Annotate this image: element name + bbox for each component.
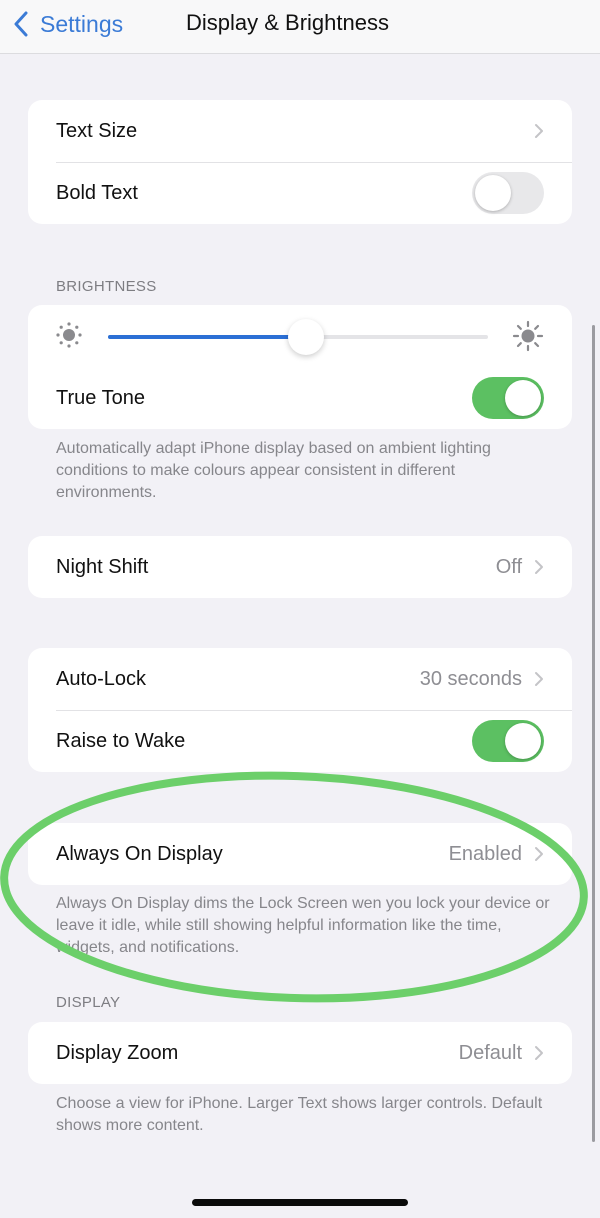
night-shift-label: Night Shift bbox=[56, 555, 149, 578]
chevron-right-icon bbox=[535, 1046, 543, 1060]
night-shift-value: Off bbox=[495, 555, 522, 578]
brightness-slider[interactable] bbox=[108, 319, 488, 355]
display-zoom-description: Choose a view for iPhone. Larger Text sh… bbox=[56, 1095, 543, 1134]
raise-to-wake-row: Raise to Wake bbox=[28, 710, 572, 772]
display-zoom-label: Display Zoom bbox=[56, 1041, 179, 1064]
text-size-row[interactable]: Text Size bbox=[28, 100, 572, 162]
display-zoom-value: Default bbox=[458, 1041, 522, 1064]
lock-settings-group: Auto-Lock 30 seconds Raise to Wake bbox=[28, 648, 572, 772]
night-shift-row[interactable]: Night Shift Off bbox=[28, 536, 572, 598]
display-zoom-row[interactable]: Display Zoom Default bbox=[28, 1022, 572, 1084]
raise-to-wake-toggle[interactable] bbox=[472, 720, 544, 762]
brightness-slider-row bbox=[28, 305, 572, 367]
always-on-display-row[interactable]: Always On Display Enabled bbox=[28, 823, 572, 885]
toggle-knob bbox=[475, 175, 511, 211]
true-tone-description: Automatically adapt iPhone display based… bbox=[56, 440, 491, 501]
text-size-label: Text Size bbox=[56, 119, 138, 142]
toggle-knob bbox=[505, 723, 541, 759]
true-tone-toggle[interactable] bbox=[472, 377, 544, 419]
navigation-bar: Settings Display & Brightness bbox=[0, 0, 600, 54]
always-on-display-description: Always On Display dims the Lock Screen w… bbox=[56, 895, 550, 956]
brightness-section-header: BRIGHTNESS bbox=[56, 278, 157, 295]
bold-text-toggle[interactable] bbox=[472, 172, 544, 214]
always-on-display-value: Enabled bbox=[448, 842, 522, 865]
always-on-display-label: Always On Display bbox=[56, 842, 223, 865]
text-settings-group: Text Size Bold Text bbox=[28, 100, 572, 224]
chevron-right-icon bbox=[535, 560, 543, 574]
chevron-right-icon bbox=[535, 672, 543, 686]
display-section-header: DISPLAY bbox=[56, 994, 121, 1011]
back-button[interactable]: Settings bbox=[14, 8, 123, 40]
scrollbar[interactable] bbox=[592, 325, 595, 1142]
brightness-slider-thumb[interactable] bbox=[287, 319, 324, 355]
page-title: Display & Brightness bbox=[186, 10, 389, 35]
bold-text-row: Bold Text bbox=[28, 162, 572, 224]
chevron-right-icon bbox=[535, 124, 543, 138]
home-indicator[interactable] bbox=[192, 1199, 408, 1206]
back-label: Settings bbox=[40, 10, 124, 37]
auto-lock-label: Auto-Lock bbox=[56, 667, 147, 690]
display-zoom-group: Display Zoom Default bbox=[28, 1022, 572, 1084]
auto-lock-value: 30 seconds bbox=[419, 667, 522, 690]
brightness-slider-fill bbox=[108, 335, 306, 339]
raise-to-wake-label: Raise to Wake bbox=[56, 729, 186, 752]
true-tone-label: True Tone bbox=[56, 386, 145, 409]
brightness-group: True Tone bbox=[28, 305, 572, 429]
auto-lock-row[interactable]: Auto-Lock 30 seconds bbox=[28, 648, 572, 710]
sun-small-icon bbox=[56, 322, 82, 348]
bold-text-label: Bold Text bbox=[56, 181, 138, 204]
sun-large-icon bbox=[512, 320, 544, 352]
true-tone-row: True Tone bbox=[28, 367, 572, 429]
always-on-display-group: Always On Display Enabled bbox=[28, 823, 572, 885]
night-shift-group: Night Shift Off bbox=[28, 536, 572, 598]
chevron-right-icon bbox=[535, 847, 543, 861]
toggle-knob bbox=[505, 380, 541, 416]
chevron-left-icon bbox=[14, 11, 28, 37]
